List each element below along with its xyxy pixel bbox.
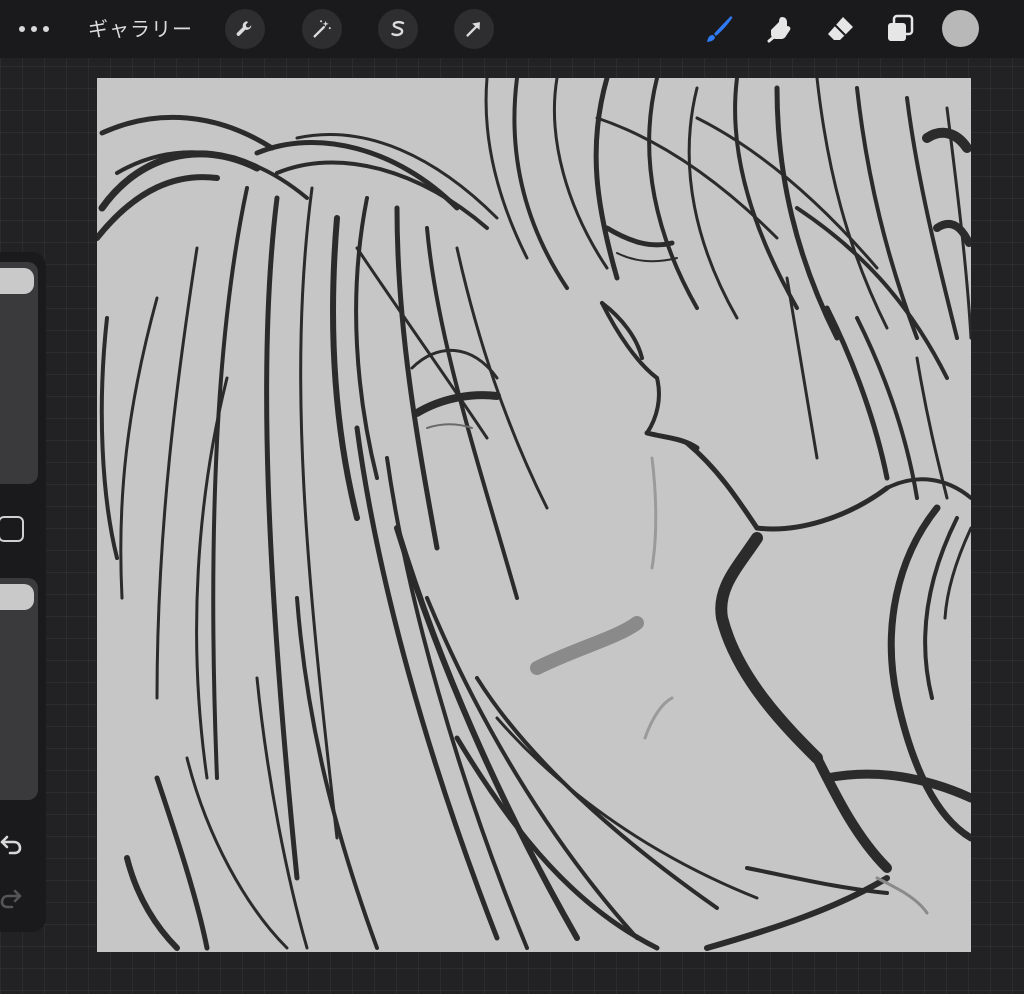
magic-wand-icon [313,20,331,38]
wrench-icon [236,21,252,36]
gallery-button[interactable]: ギャラリー [88,14,193,44]
redo-icon[interactable] [0,884,28,912]
opacity-handle[interactable] [0,584,34,610]
selection-s-icon [391,20,405,37]
arrow-icon [466,22,480,37]
more-icon[interactable] [14,17,54,41]
dot [19,26,25,32]
undo-arrow-icon [0,835,22,855]
modify-square-icon[interactable] [0,516,24,542]
brush-icon [707,16,733,42]
transform-arrow-icon[interactable] [454,9,494,49]
brush-tool-icon[interactable] [699,9,739,49]
smudge-finger-icon [767,17,791,43]
eraser-tool-icon[interactable] [820,9,860,49]
adjustments-magic-wand-icon[interactable] [302,9,342,49]
opacity-slider[interactable] [0,578,38,800]
layers-tool-icon[interactable] [880,9,920,49]
eraser-icon [828,17,853,40]
procreate-app: ギャラリー [0,0,1024,994]
brush-size-handle[interactable] [0,268,34,294]
smudge-tool-icon[interactable] [760,9,800,49]
drawing-canvas[interactable] [97,78,971,952]
brush-size-slider[interactable] [0,262,38,484]
selection-icon[interactable] [378,9,418,49]
sketch-artwork [97,78,971,951]
dot [43,26,49,32]
redo-arrow-icon [0,889,22,909]
top-toolbar: ギャラリー [0,0,1024,58]
actions-wrench-icon[interactable] [225,9,265,49]
undo-icon[interactable] [0,830,28,858]
dot [31,26,37,32]
layers-icon [888,14,914,41]
color-picker-swatch[interactable] [942,10,979,47]
left-sidebar [0,252,46,932]
